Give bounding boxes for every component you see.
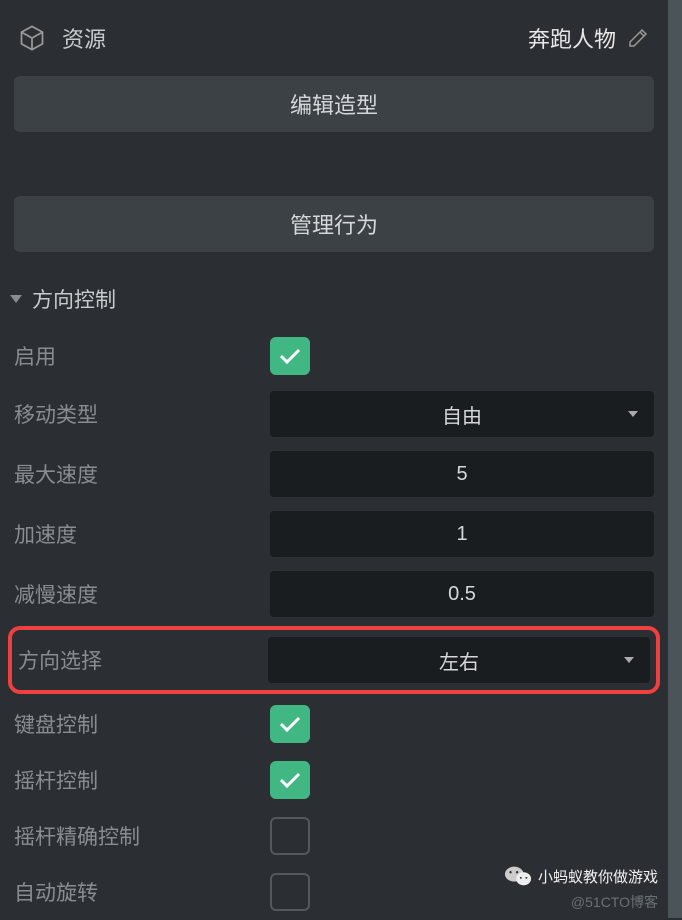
checkbox-joystick-precise[interactable] xyxy=(270,817,310,855)
right-edge-strip xyxy=(668,0,682,918)
panel-title: 资源 xyxy=(62,22,528,54)
select-direction-value: 左右 xyxy=(439,646,479,675)
label-direction: 方向选择 xyxy=(18,645,268,675)
checkbox-enable[interactable] xyxy=(270,337,310,375)
checkbox-joystick[interactable] xyxy=(270,761,310,799)
label-accel: 加速度 xyxy=(14,519,270,549)
checkbox-auto-rotate[interactable] xyxy=(270,873,310,911)
label-auto-rotate: 自动旋转 xyxy=(14,877,270,907)
chevron-down-icon xyxy=(628,411,638,417)
label-joystick-precise: 摇杆精确控制 xyxy=(14,821,270,851)
row-max-speed: 最大速度 5 xyxy=(0,444,668,504)
footer-badge: 小蚂蚁教你做游戏 xyxy=(504,864,658,888)
input-accel[interactable]: 1 xyxy=(270,511,654,557)
select-direction[interactable]: 左右 xyxy=(268,637,650,683)
row-joystick-precise: 摇杆精确控制 xyxy=(0,808,668,864)
edit-shape-button[interactable]: 编辑造型 xyxy=(14,76,654,132)
panel-header: 资源 奔跑人物 xyxy=(0,0,668,76)
input-decel[interactable]: 0.5 xyxy=(270,571,654,617)
collapse-triangle-icon xyxy=(10,295,22,303)
label-decel: 减慢速度 xyxy=(14,579,270,609)
label-joystick: 摇杆控制 xyxy=(14,765,270,795)
section-title: 方向控制 xyxy=(32,284,116,314)
row-decel: 减慢速度 0.5 xyxy=(0,564,668,624)
label-max-speed: 最大速度 xyxy=(14,459,270,489)
resource-cube-icon xyxy=(18,24,46,52)
row-move-type: 移动类型 自由 xyxy=(0,384,668,444)
watermark: @51CTO博客 xyxy=(571,892,658,912)
manage-behavior-button[interactable]: 管理行为 xyxy=(14,196,654,252)
label-keyboard: 键盘控制 xyxy=(14,709,270,739)
row-keyboard: 键盘控制 xyxy=(0,696,668,752)
row-direction-highlighted: 方向选择 左右 xyxy=(8,626,660,694)
select-move-type-value: 自由 xyxy=(442,400,482,429)
object-name: 奔跑人物 xyxy=(528,22,616,54)
row-joystick: 摇杆控制 xyxy=(0,752,668,808)
edit-name-icon[interactable] xyxy=(626,26,650,50)
row-enable: 启用 xyxy=(0,328,668,384)
label-move-type: 移动类型 xyxy=(14,399,270,429)
wechat-icon xyxy=(504,864,532,888)
checkbox-keyboard[interactable] xyxy=(270,705,310,743)
label-enable: 启用 xyxy=(14,341,270,371)
chevron-down-icon xyxy=(624,657,634,663)
select-move-type[interactable]: 自由 xyxy=(270,391,654,437)
section-direction-control[interactable]: 方向控制 xyxy=(0,270,668,328)
input-max-speed[interactable]: 5 xyxy=(270,451,654,497)
footer-badge-text: 小蚂蚁教你做游戏 xyxy=(538,866,658,887)
row-accel: 加速度 1 xyxy=(0,504,668,564)
